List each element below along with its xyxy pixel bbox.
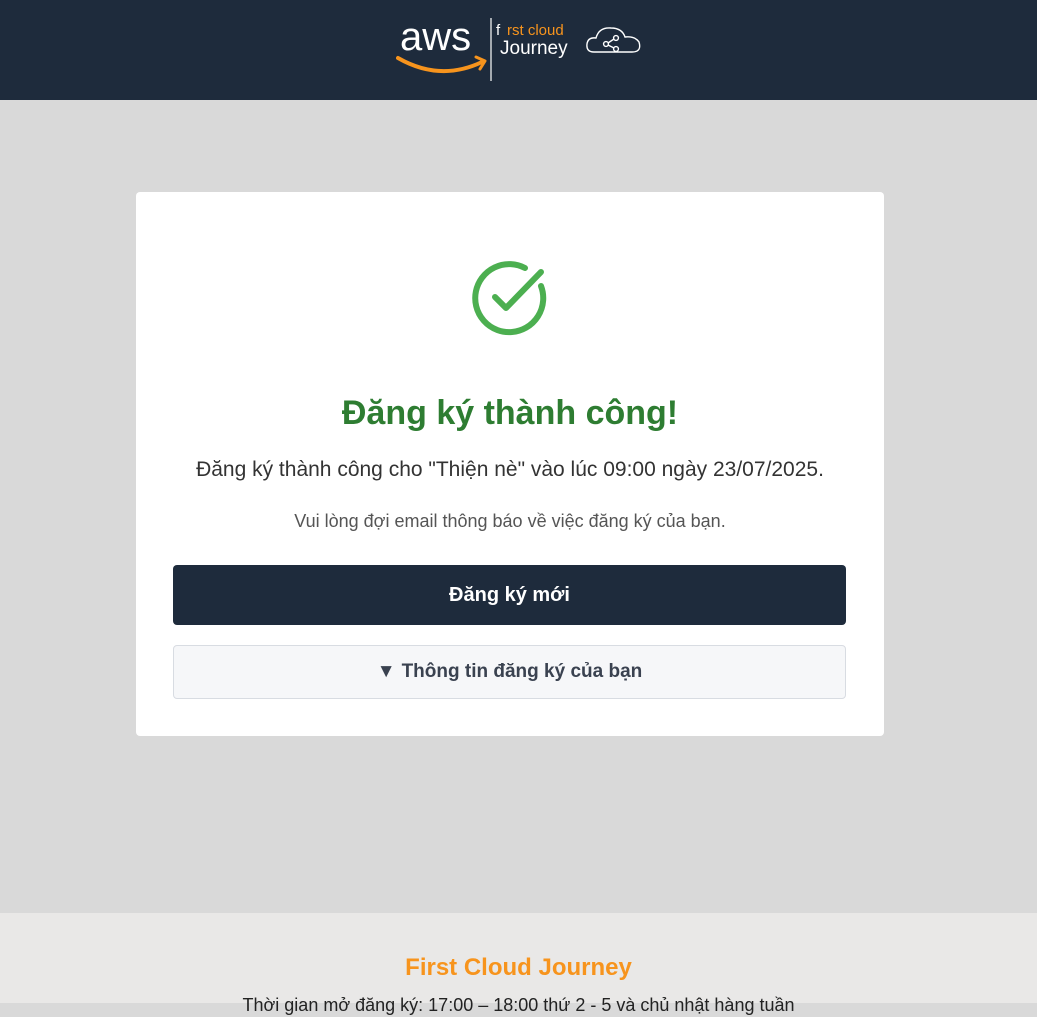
page-footer: First Cloud Journey Thời gian mở đăng ký… <box>0 913 1037 1015</box>
footer-schedule-text: Thời gian mở đăng ký: 17:00 – 18:00 thứ … <box>242 995 795 1015</box>
triangle-down-icon: ▼ <box>376 661 396 682</box>
registration-info-label: Thông tin đăng ký của bạn <box>401 661 643 682</box>
new-registration-button[interactable]: Đăng ký mới <box>173 565 846 625</box>
top-header: aws f rst cloud Journey <box>0 0 1037 100</box>
cloud-network-icon <box>586 27 641 53</box>
aws-first-cloud-journey-logo[interactable]: aws f rst cloud Journey <box>396 16 646 82</box>
email-notice: Vui lòng đợi email thông báo về việc đăn… <box>294 511 726 531</box>
success-card: Đăng ký thành công! Đăng ký thành công c… <box>136 192 884 736</box>
svg-text:Journey: Journey <box>500 38 568 59</box>
main-content: Đăng ký thành công! Đăng ký thành công c… <box>0 100 1037 913</box>
registration-detail: Đăng ký thành công cho "Thiện nè" vào lú… <box>196 458 824 481</box>
aws-smile-icon <box>396 56 484 73</box>
success-title: Đăng ký thành công! <box>341 394 679 432</box>
aws-wordmark: aws <box>400 16 471 59</box>
footer-title: First Cloud Journey <box>405 954 632 981</box>
check-circle-icon <box>472 261 547 336</box>
svg-text:rst cloud: rst cloud <box>507 22 564 39</box>
svg-text:f: f <box>496 22 501 39</box>
registration-info-toggle[interactable]: ▼ Thông tin đăng ký của bạn <box>173 645 846 699</box>
